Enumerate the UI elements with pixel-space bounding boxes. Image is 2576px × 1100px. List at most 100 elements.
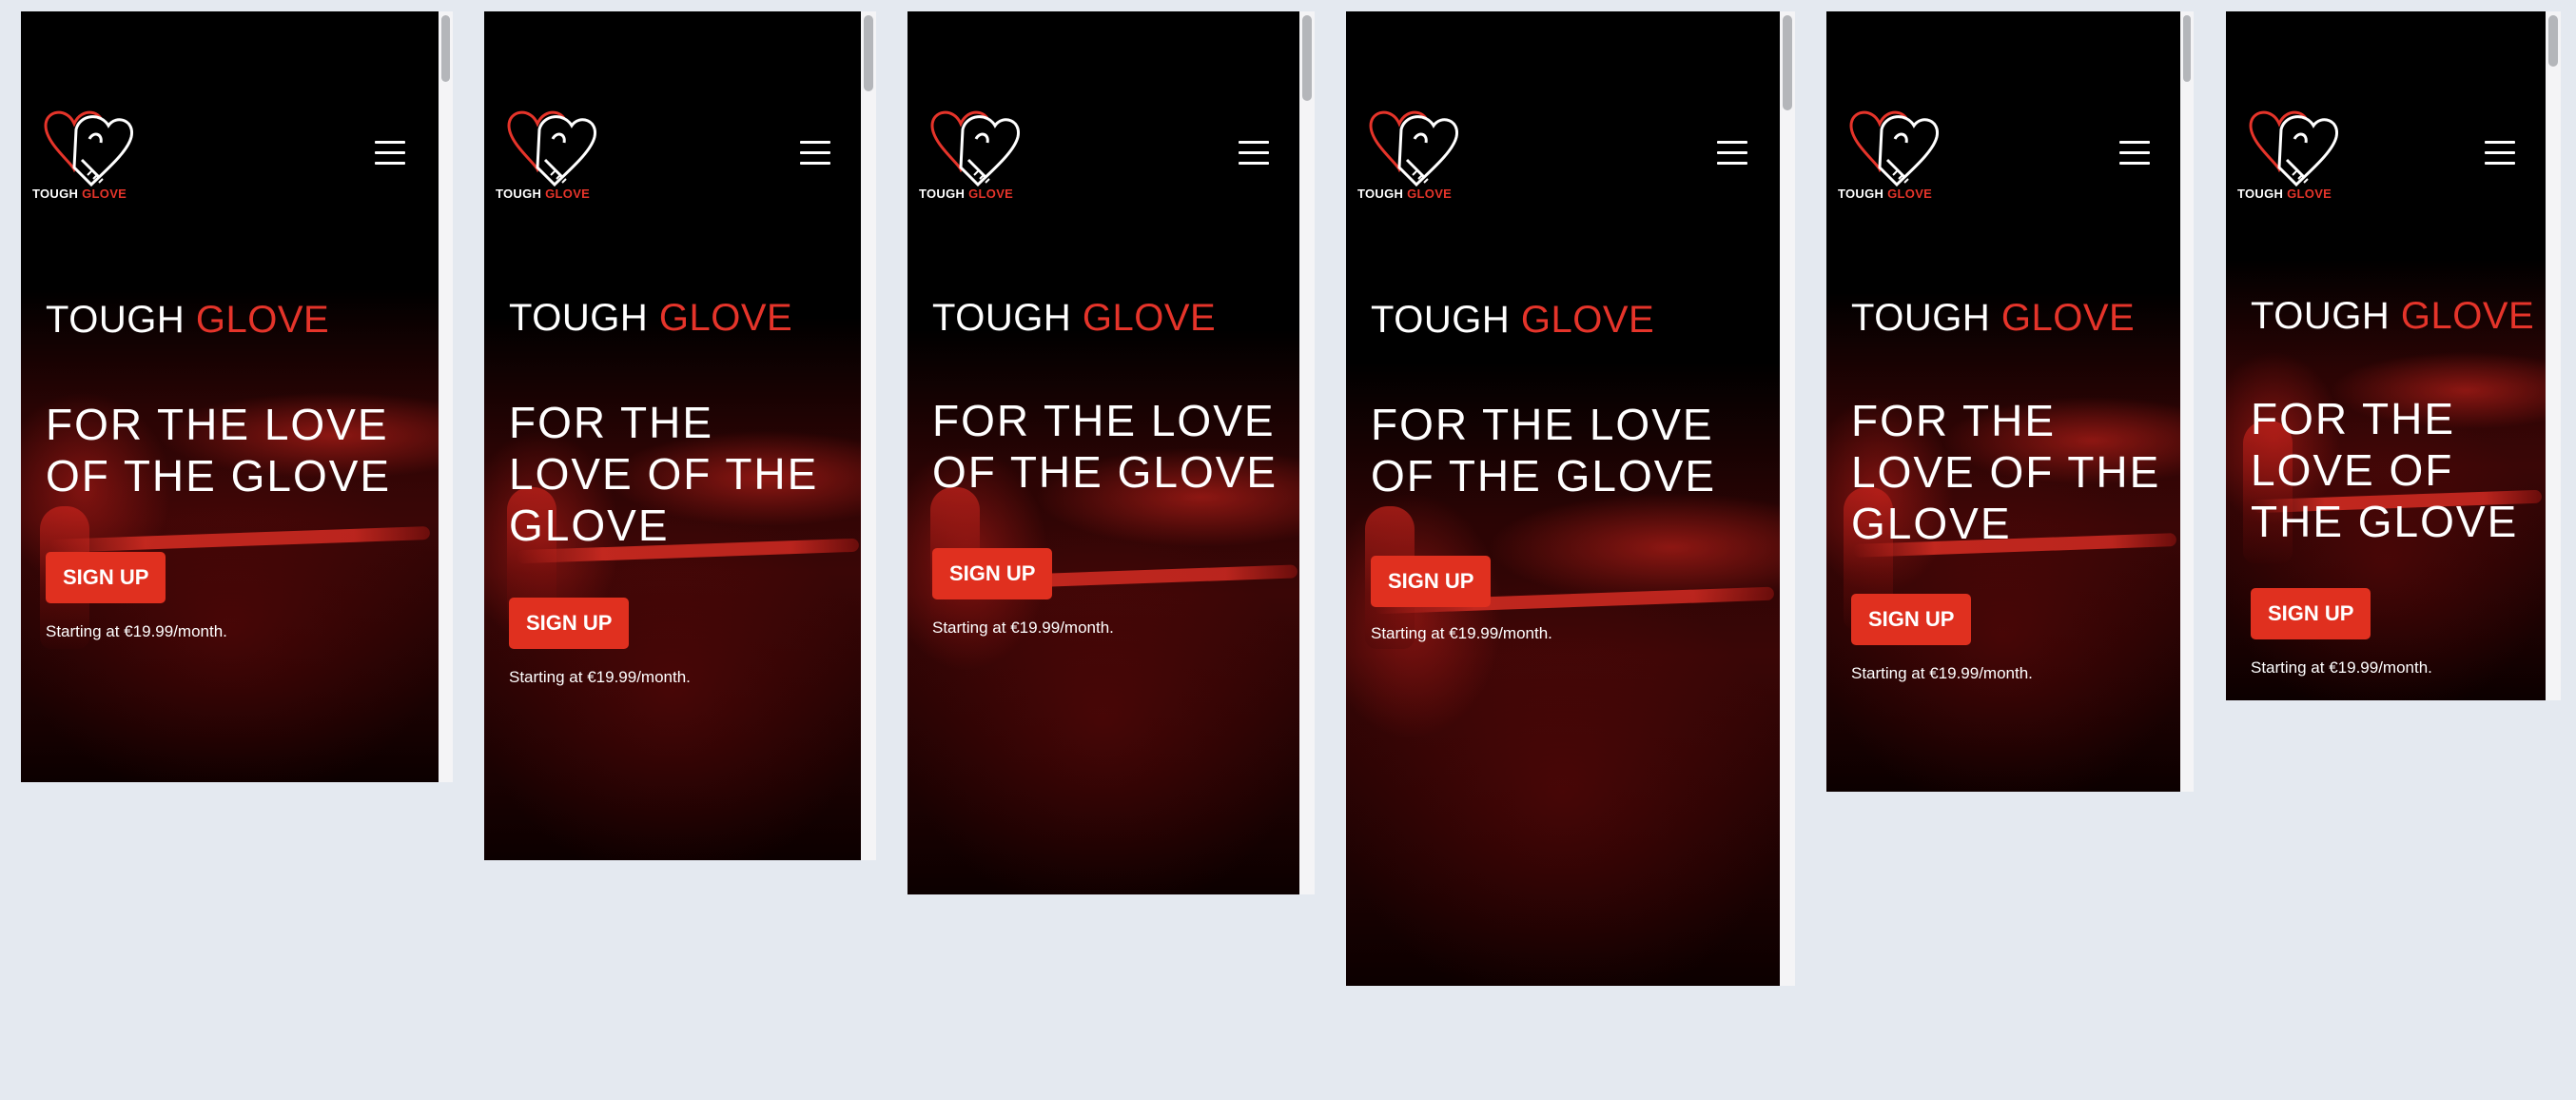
device-frame-3: TOUGH GLOVE TOUGH GLOVE FOR THE LOVE OF T… — [907, 11, 1315, 894]
scrollbar-thumb[interactable] — [1302, 15, 1312, 101]
sign-up-button[interactable]: SIGN UP — [1371, 556, 1492, 607]
page-viewport: TOUGH GLOVE TOUGH GLOVE FOR THE LOVE OF T… — [1826, 11, 2180, 792]
hamburger-menu-icon[interactable] — [800, 141, 830, 166]
logo-wordmark: TOUGH GLOVE — [1838, 187, 1932, 201]
hero-headline: FOR THE LOVE OF THE GLOVE — [509, 398, 818, 551]
logo-wordmark: TOUGH GLOVE — [32, 187, 127, 201]
logo-wordmark: TOUGH GLOVE — [919, 187, 1013, 201]
pricing-text: Starting at €19.99/month. — [1851, 664, 2033, 682]
pricing-text: Starting at €19.99/month. — [1371, 624, 1552, 642]
sign-up-button[interactable]: SIGN UP — [932, 548, 1053, 599]
headline-line-1: FOR THE — [509, 398, 714, 447]
brand-word-tough: TOUGH — [46, 299, 185, 341]
logo-word-tough: TOUGH — [919, 187, 966, 201]
page-viewport: TOUGH GLOVE TOUGH GLOVE FOR THE LOVE OF T… — [1346, 11, 1780, 986]
brand-title: TOUGH GLOVE — [1851, 297, 2135, 340]
logo-word-tough: TOUGH — [496, 187, 542, 201]
brand-title: TOUGH GLOVE — [932, 297, 1216, 340]
boxing-glove-heart-icon[interactable] — [1844, 105, 1942, 192]
page-viewport: TOUGH GLOVE TOUGH GLOVE FOR THE LOVE OF TH… — [2226, 11, 2546, 700]
logo-word-glove: GLOVE — [82, 187, 127, 201]
pricing-text: Starting at €19.99/month. — [2251, 658, 2432, 677]
logo-wordmark: TOUGH GLOVE — [1357, 187, 1452, 201]
device-frame-4: TOUGH GLOVE TOUGH GLOVE FOR THE LOVE OF T… — [1346, 11, 1795, 986]
headline-line-1: FOR THE — [2251, 394, 2456, 443]
scrollbar-thumb[interactable] — [2183, 15, 2191, 82]
brand-word-glove: GLOVE — [1082, 297, 1217, 339]
page-viewport: TOUGH GLOVE TOUGH GLOVE FOR THE LOVE OF T… — [21, 11, 439, 782]
brand-word-tough: TOUGH — [1851, 297, 1991, 339]
device-frame-2: TOUGH GLOVE TOUGH GLOVE FOR THE LOVE OF T… — [484, 11, 876, 860]
page-viewport: TOUGH GLOVE TOUGH GLOVE FOR THE LOVE OF T… — [907, 11, 1299, 894]
brand-title: TOUGH GLOVE — [1371, 299, 1654, 342]
scrollbar-thumb[interactable] — [864, 15, 873, 91]
device-frame-6: TOUGH GLOVE TOUGH GLOVE FOR THE LOVE OF TH… — [2226, 11, 2561, 700]
headline-line-2: LOVE OF THE — [509, 448, 819, 499]
sign-up-button[interactable]: SIGN UP — [2251, 588, 2371, 639]
logo-word-tough: TOUGH — [32, 187, 79, 201]
boxing-glove-heart-icon[interactable] — [1363, 105, 1462, 192]
brand-word-glove: GLOVE — [195, 299, 330, 341]
sign-up-button[interactable]: SIGN UP — [1851, 594, 1972, 645]
hero-headline: FOR THE LOVE OF THE GLOVE — [2251, 394, 2518, 547]
hero-headline: FOR THE LOVE OF THE GLOVE — [46, 400, 391, 502]
boxing-glove-heart-icon[interactable] — [925, 105, 1024, 192]
hero-headline: FOR THE LOVE OF THE GLOVE — [932, 396, 1278, 499]
headline-line-1: FOR THE — [1851, 396, 2057, 445]
scrollbar[interactable] — [2180, 11, 2194, 792]
logo-word-tough: TOUGH — [2237, 187, 2284, 201]
brand-word-glove: GLOVE — [658, 297, 793, 339]
scrollbar[interactable] — [1299, 11, 1315, 894]
brand-title: TOUGH GLOVE — [46, 299, 329, 342]
logo-wordmark: TOUGH GLOVE — [2237, 187, 2332, 201]
headline-line-3: THE GLOVE — [2251, 496, 2519, 546]
scrollbar[interactable] — [2546, 11, 2561, 700]
logo-word-glove: GLOVE — [1887, 187, 1933, 201]
brand-word-glove: GLOVE — [2400, 295, 2535, 337]
boxing-glove-heart-icon[interactable] — [2243, 105, 2342, 192]
scrollbar[interactable] — [439, 11, 453, 782]
sign-up-button[interactable]: SIGN UP — [46, 552, 166, 603]
headline-line-2: LOVE OF — [2251, 444, 2454, 495]
brand-title: TOUGH GLOVE — [2251, 295, 2534, 338]
brand-word-tough: TOUGH — [2251, 295, 2391, 337]
pricing-text: Starting at €19.99/month. — [46, 622, 227, 640]
brand-word-glove: GLOVE — [1520, 299, 1655, 341]
headline-line-1: FOR THE LOVE — [1371, 400, 1714, 449]
hamburger-menu-icon[interactable] — [375, 141, 405, 166]
hamburger-menu-icon[interactable] — [1239, 141, 1269, 166]
brand-word-tough: TOUGH — [932, 297, 1072, 339]
device-frame-1: TOUGH GLOVE TOUGH GLOVE FOR THE LOVE OF T… — [21, 11, 453, 782]
headline-line-1: FOR THE LOVE — [932, 396, 1276, 445]
device-frame-5: TOUGH GLOVE TOUGH GLOVE FOR THE LOVE OF T… — [1826, 11, 2194, 792]
pricing-text: Starting at €19.99/month. — [509, 668, 691, 686]
scrollbar-thumb[interactable] — [2548, 15, 2558, 67]
scrollbar[interactable] — [1780, 11, 1795, 986]
page-viewport: TOUGH GLOVE TOUGH GLOVE FOR THE LOVE OF T… — [484, 11, 861, 860]
logo-word-glove: GLOVE — [1407, 187, 1453, 201]
sign-up-button[interactable]: SIGN UP — [509, 598, 630, 649]
hamburger-menu-icon[interactable] — [1717, 141, 1747, 166]
hamburger-menu-icon[interactable] — [2485, 141, 2515, 166]
brand-word-glove: GLOVE — [2000, 297, 2136, 339]
hero-headline: FOR THE LOVE OF THE GLOVE — [1851, 396, 2160, 549]
hamburger-menu-icon[interactable] — [2119, 141, 2150, 166]
logo-word-glove: GLOVE — [545, 187, 591, 201]
headline-line-3: GLOVE — [1851, 498, 2012, 548]
brand-word-tough: TOUGH — [1371, 299, 1511, 341]
logo-word-glove: GLOVE — [968, 187, 1014, 201]
headline-line-3: GLOVE — [509, 500, 670, 550]
scrollbar-thumb[interactable] — [441, 15, 450, 82]
boxing-glove-heart-icon[interactable] — [38, 105, 137, 192]
logo-wordmark: TOUGH GLOVE — [496, 187, 590, 201]
brand-title: TOUGH GLOVE — [509, 297, 792, 340]
scrollbar[interactable] — [861, 11, 876, 860]
headline-line-2: OF THE GLOVE — [1371, 450, 1717, 501]
headline-line-2: LOVE OF THE — [1851, 446, 2161, 497]
scrollbar-thumb[interactable] — [1783, 15, 1792, 110]
logo-word-tough: TOUGH — [1838, 187, 1884, 201]
brand-word-tough: TOUGH — [509, 297, 649, 339]
boxing-glove-heart-icon[interactable] — [501, 105, 600, 192]
logo-word-glove: GLOVE — [2287, 187, 2332, 201]
pricing-text: Starting at €19.99/month. — [932, 619, 1114, 637]
